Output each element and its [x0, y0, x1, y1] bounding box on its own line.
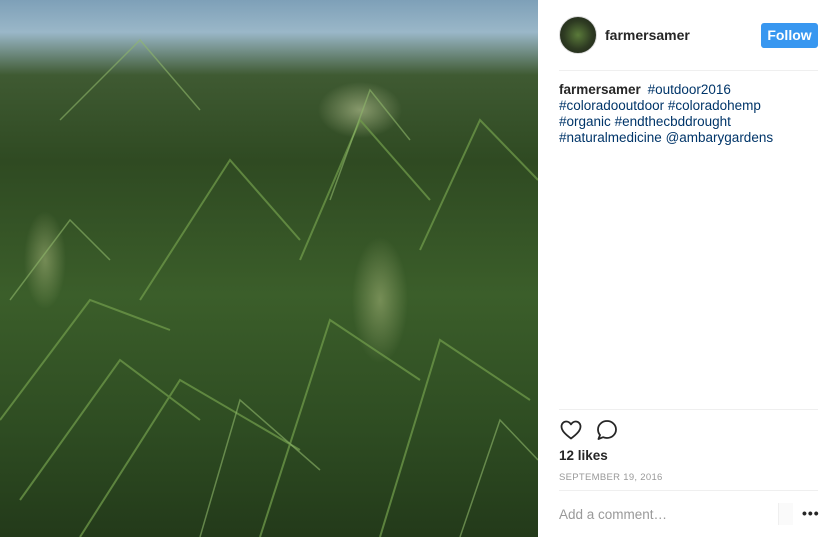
more-options: ••• [778, 503, 820, 525]
hashtag-link[interactable]: #coloradohemp [668, 98, 761, 113]
post-date[interactable]: SEPTEMBER 19, 2016 [559, 472, 663, 483]
post-caption: farmersamer #outdoor2016 #coloradooutdoo… [559, 82, 814, 146]
hashtag-link[interactable]: #endthecbddrought [615, 114, 731, 129]
speech-bubble-icon[interactable] [595, 418, 619, 442]
heart-icon[interactable] [559, 418, 583, 442]
actions-divider [559, 409, 818, 410]
header-divider [559, 70, 818, 71]
comment-input[interactable] [559, 505, 779, 523]
ellipsis-icon[interactable]: ••• [802, 506, 820, 520]
username[interactable]: farmersamer [605, 27, 690, 43]
hashtag-link[interactable]: #outdoor2016 [648, 82, 731, 97]
comment-divider [559, 490, 818, 491]
follow-button[interactable]: Follow [761, 23, 818, 48]
post-photo[interactable] [0, 0, 538, 537]
hashtag-link[interactable]: #coloradooutdoor [559, 98, 664, 113]
mention-link[interactable]: @ambarygardens [666, 130, 774, 145]
input-separator [778, 503, 793, 525]
hashtag-link[interactable]: #organic [559, 114, 611, 129]
caption-username[interactable]: farmersamer [559, 82, 641, 97]
likes-count[interactable]: 12 likes [559, 448, 608, 463]
plant-foliage [0, 38, 538, 537]
avatar[interactable] [559, 16, 597, 54]
post-sidebar: farmersamer Follow farmersamer #outdoor2… [538, 0, 837, 537]
hashtag-link[interactable]: #naturalmedicine [559, 130, 662, 145]
post-header: farmersamer Follow [538, 0, 837, 70]
